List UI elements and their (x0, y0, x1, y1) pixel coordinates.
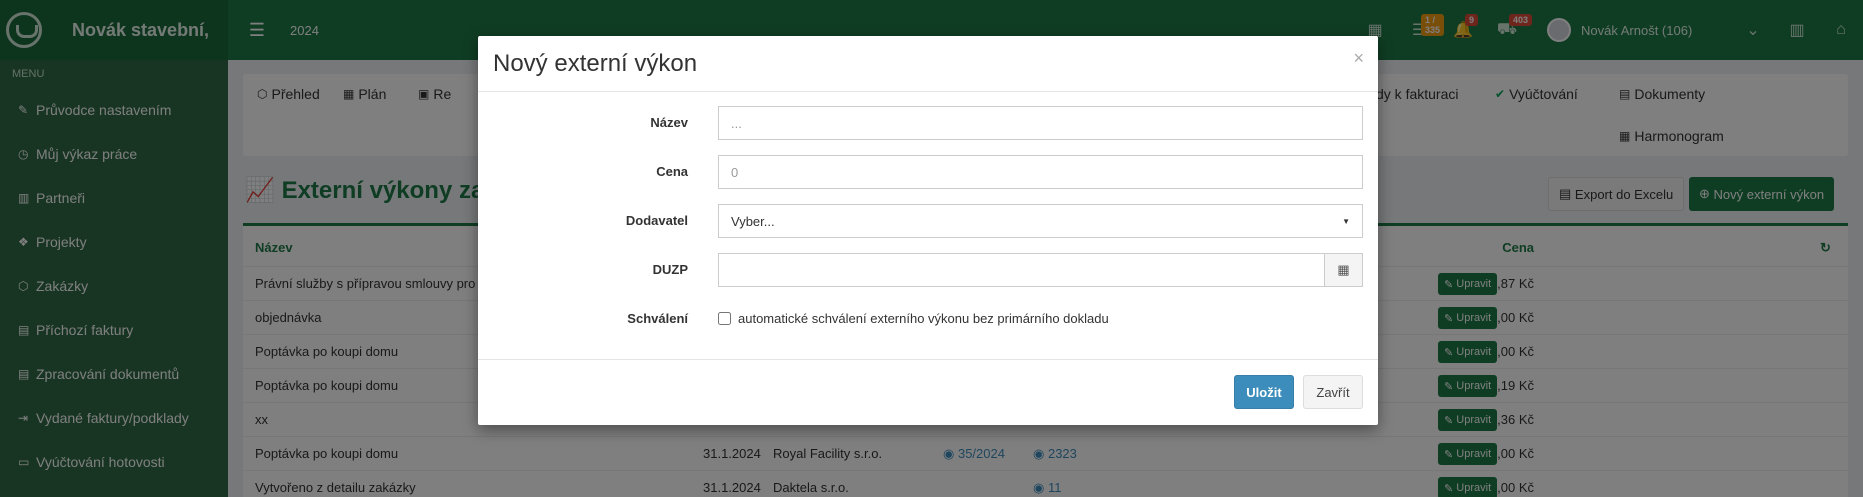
approval-checkbox-group: automatické schválení externího výkonu b… (718, 311, 1109, 326)
price-input[interactable] (718, 155, 1363, 189)
duzp-date-input[interactable] (718, 253, 1325, 287)
supplier-select[interactable]: Vyber... ▼ (718, 204, 1363, 238)
duzp-label: DUZP (652, 262, 688, 277)
supplier-label: Dodavatel (625, 213, 688, 228)
approval-label: Schválení (627, 311, 688, 326)
modal-title: Nový externí výkon (493, 50, 698, 77)
duzp-date-group: ▦ (718, 253, 1363, 287)
auto-approval-text[interactable]: automatické schválení externího výkonu b… (738, 311, 1109, 326)
new-external-work-modal: Nový externí výkon × Název Cena Dodavate… (478, 36, 1378, 425)
form-row-name: Název (478, 106, 1378, 140)
modal-footer: Uložit Zavřít (478, 359, 1378, 425)
caret-down-icon: ▼ (1342, 216, 1350, 226)
close-icon[interactable]: × (1353, 48, 1364, 69)
form-row-supplier: Dodavatel Vyber... ▼ (478, 204, 1378, 238)
close-button[interactable]: Zavřít (1303, 375, 1363, 409)
form-row-approval: Schválení automatické schválení externíh… (478, 302, 1378, 336)
price-label: Cena (656, 164, 688, 179)
name-input[interactable] (718, 106, 1363, 140)
modal-header: Nový externí výkon × (478, 36, 1378, 92)
calendar-icon[interactable]: ▦ (1324, 253, 1363, 287)
auto-approval-checkbox[interactable] (718, 312, 731, 325)
form-row-price: Cena (478, 155, 1378, 189)
supplier-selected-value: Vyber... (731, 213, 775, 229)
save-button[interactable]: Uložit (1234, 375, 1294, 409)
form-row-duzp: DUZP ▦ (478, 253, 1378, 287)
name-label: Název (650, 115, 688, 130)
